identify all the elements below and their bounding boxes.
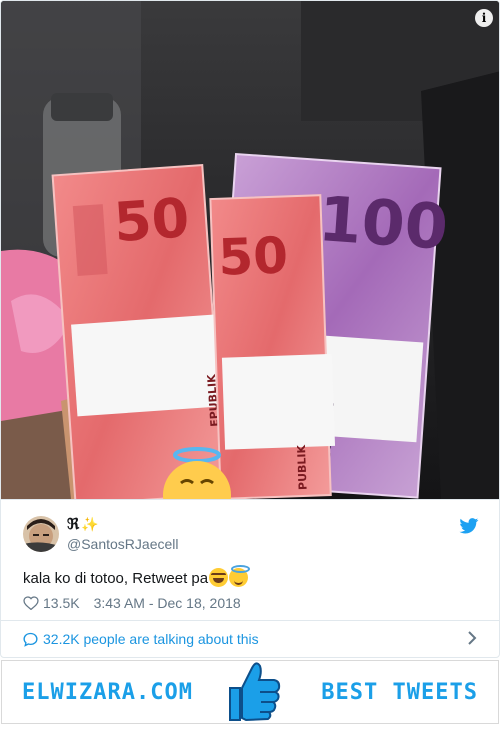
tweet-text: kala ko di totoo, Retweet pa	[23, 565, 251, 587]
thumbs-up-icon	[229, 662, 281, 722]
tweet-photo[interactable]: 100 PUBLIKA 50 EPUBLIK 50 PUBLIK	[1, 1, 499, 499]
note-value-50-left: 50	[112, 186, 191, 254]
tweet-meta: 13.5K 3:43 AM - Dec 18, 2018	[23, 595, 241, 611]
sparkles-icon: ✨	[81, 517, 99, 533]
heart-icon[interactable]	[23, 596, 39, 610]
chevron-right-icon[interactable]	[467, 631, 477, 645]
display-name[interactable]: ℜ ✨	[67, 515, 99, 533]
note-value-100: 100	[316, 182, 450, 264]
speech-bubble-icon	[23, 632, 38, 647]
halo-smile-emoji-icon	[229, 565, 251, 587]
note-value-50-middle: 50	[217, 226, 289, 286]
conversation-link[interactable]: 32.2K people are talking about this	[23, 631, 259, 647]
info-icon[interactable]: i	[475, 9, 493, 27]
conversation-count-text: 32.2K people are talking about this	[43, 631, 259, 647]
site-name[interactable]: ELWIZARA.COM	[22, 680, 193, 705]
divider	[1, 620, 499, 621]
best-tweets-label: BEST TWEETS	[321, 680, 478, 705]
banknotes-photo: 100 PUBLIKA 50 EPUBLIK 50 PUBLIK	[1, 1, 499, 499]
tweet-text-content: kala ko di totoo, Retweet pa	[23, 570, 209, 587]
tweet-body: ℜ ✨ @SantosRJaecell kala ko di totoo, Ret…	[1, 499, 499, 657]
display-name-text: ℜ	[67, 515, 80, 533]
user-handle[interactable]: @SantosRJaecell	[67, 536, 179, 552]
tears-of-joy-emoji-icon	[209, 568, 229, 587]
site-banner: ELWIZARA.COM BEST TWEETS	[0, 658, 500, 730]
svg-text:PUBLIK: PUBLIK	[295, 444, 310, 490]
twitter-bird-icon[interactable]	[459, 518, 479, 534]
tweet-embed-card: 100 PUBLIKA 50 EPUBLIK 50 PUBLIK	[0, 0, 500, 658]
like-count[interactable]: 13.5K	[43, 595, 80, 611]
avatar[interactable]	[23, 516, 59, 552]
tweet-timestamp[interactable]: 3:43 AM - Dec 18, 2018	[94, 595, 241, 611]
